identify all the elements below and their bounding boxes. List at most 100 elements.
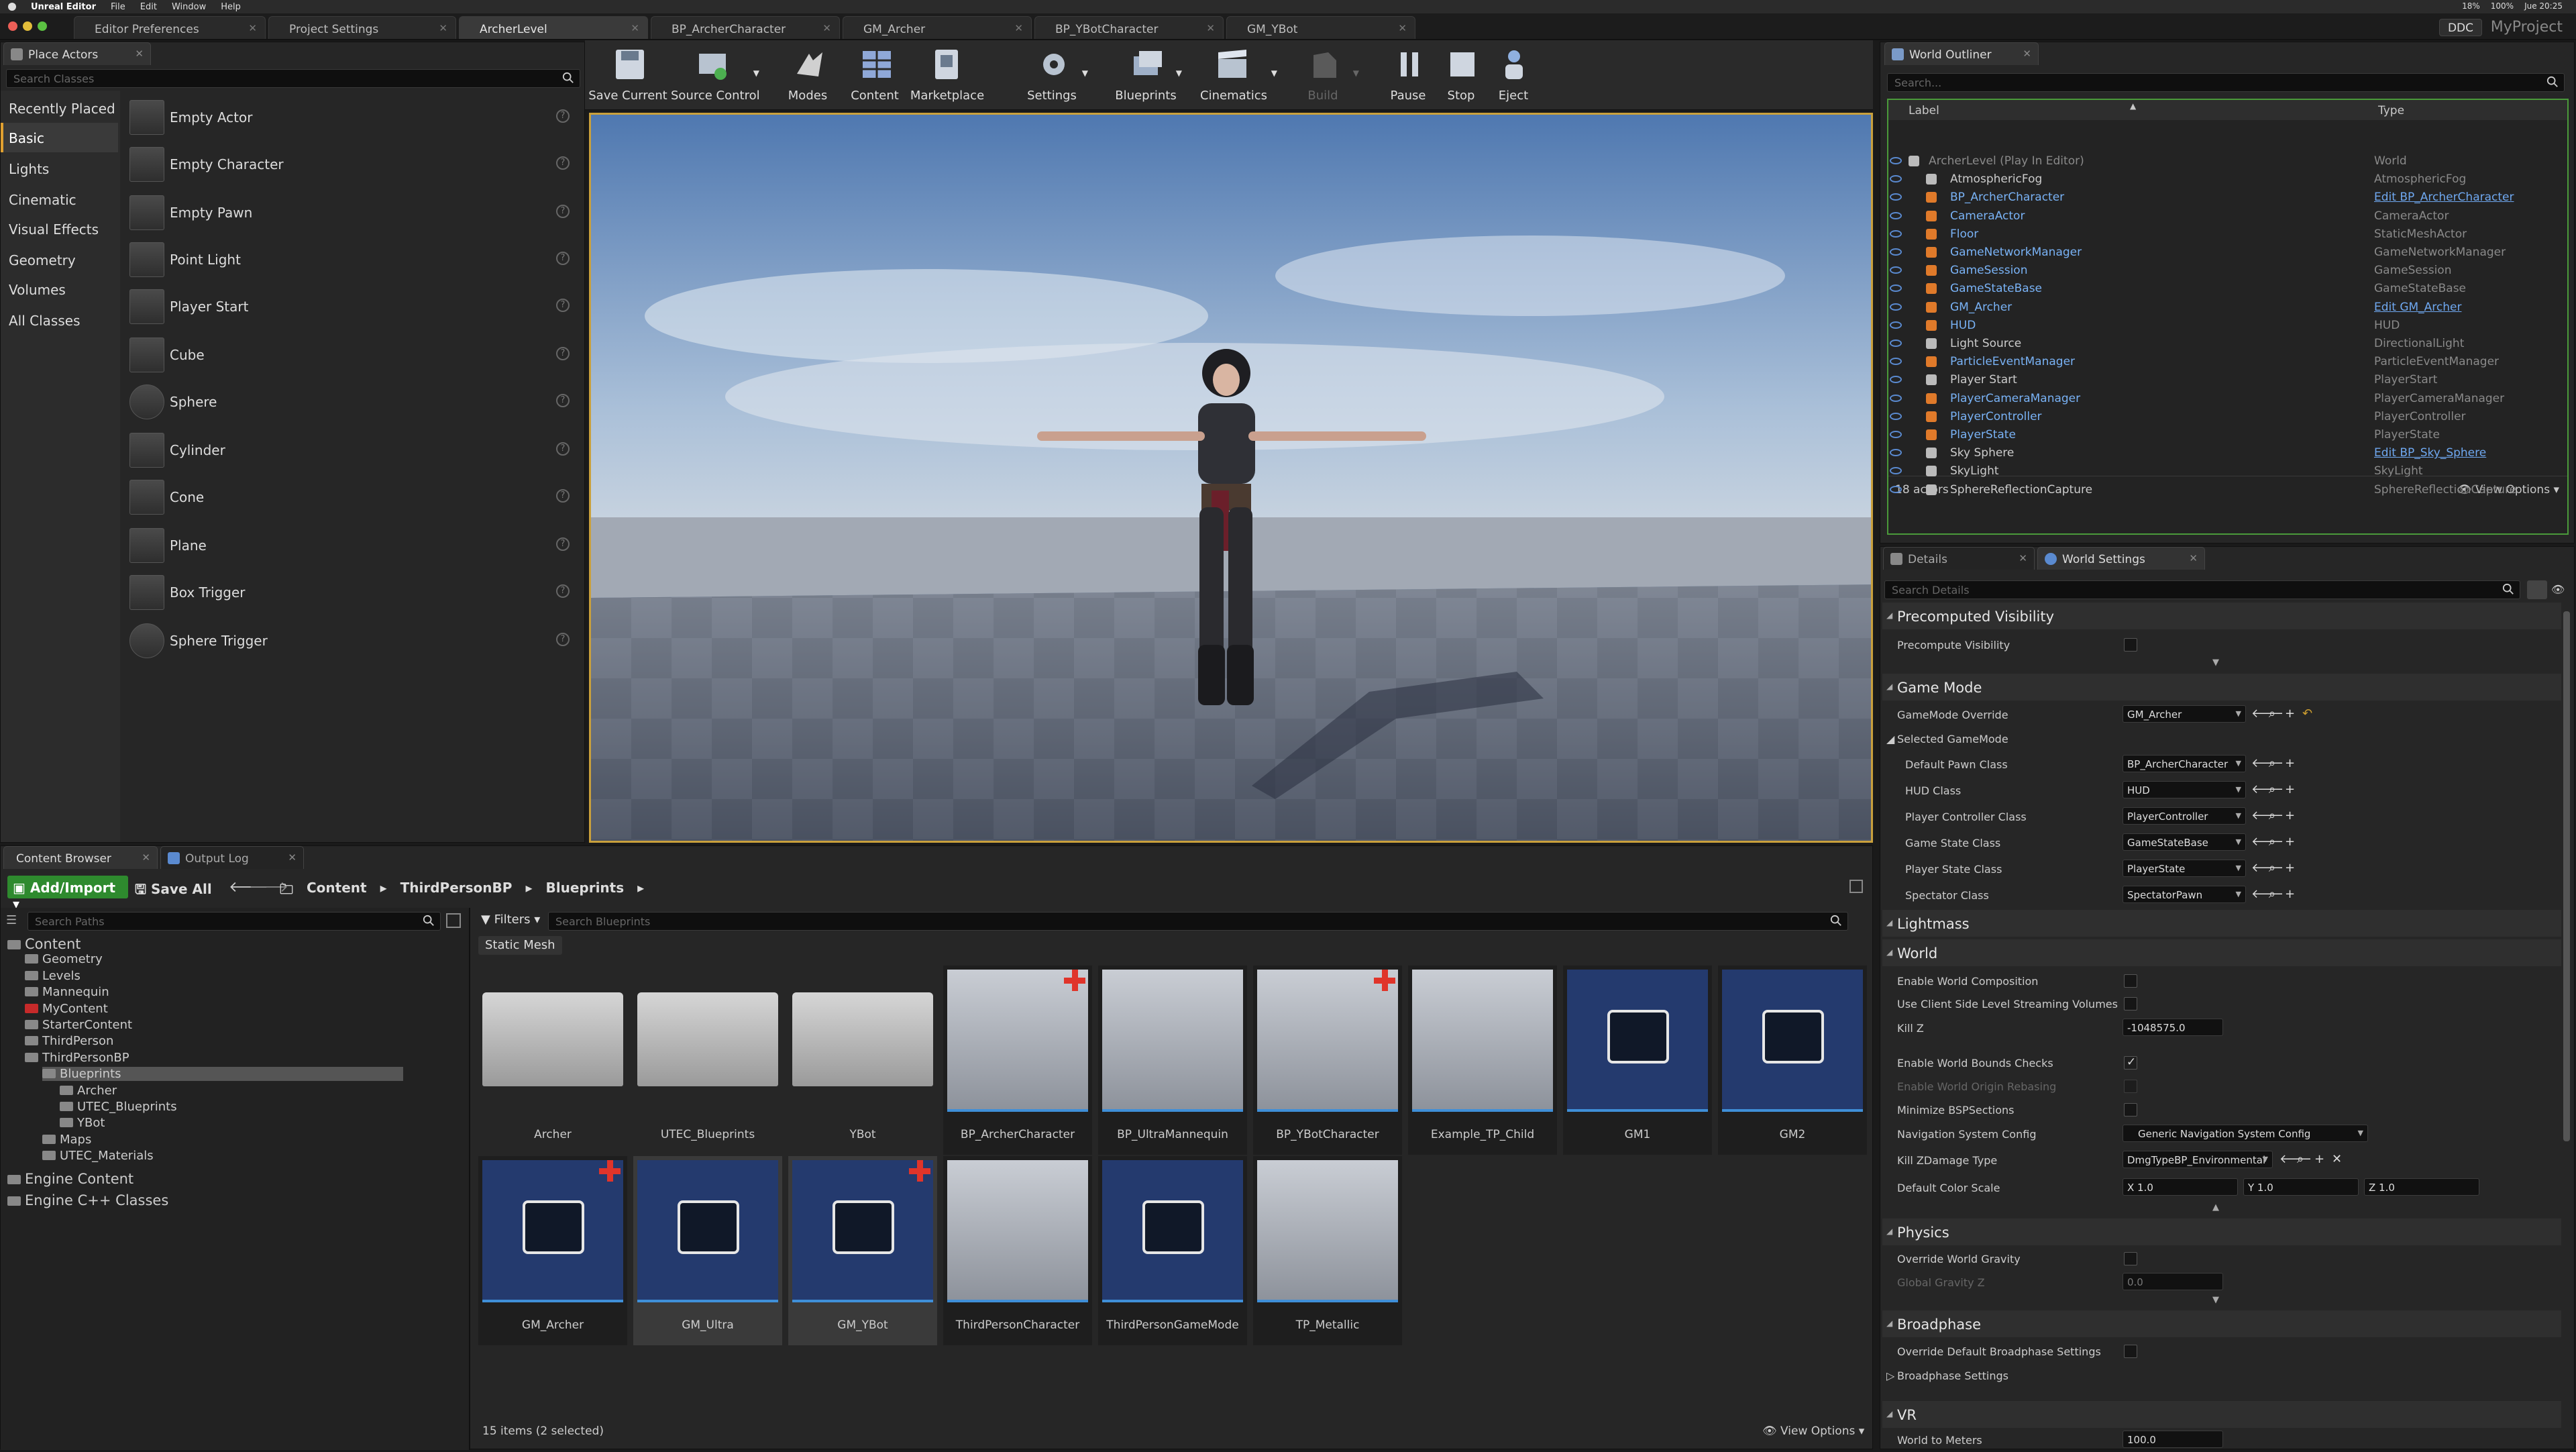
chevron-down-icon[interactable]: ▼	[1176, 68, 1182, 78]
back-arrow-icon[interactable]: 🡐	[2251, 782, 2284, 796]
checkbox[interactable]	[2124, 638, 2137, 652]
tree-folder[interactable]: MyContent	[25, 1002, 108, 1016]
close-tab-icon[interactable]: ✕	[439, 22, 447, 34]
actor-item[interactable]: Empty Character?	[125, 140, 579, 187]
tab-world-settings[interactable]: World Settings ✕	[2037, 547, 2205, 570]
actor-item[interactable]: Cone?	[125, 473, 579, 520]
asset-item[interactable]: GM_YBot	[788, 1156, 937, 1345]
color-scale-y[interactable]: Y 1.0	[2243, 1178, 2359, 1196]
outliner-row[interactable]: HUD HUD	[1888, 317, 2565, 335]
view-options-button[interactable]: 👁 View Options ▾	[1762, 1424, 1864, 1438]
source-control-button[interactable]: Source Control ▼	[671, 44, 760, 106]
back-arrow-icon[interactable]: 🡐	[2251, 707, 2284, 721]
help-icon[interactable]: ?	[556, 537, 570, 551]
tree-folder[interactable]: ThirdPersonBP	[25, 1051, 129, 1065]
outliner-row[interactable]: PlayerCameraManager PlayerCameraManager	[1888, 390, 2565, 408]
chevron-right-icon[interactable]: ▸	[637, 880, 644, 902]
tab-bp-ybot-character[interactable]: BP_YBotCharacter ✕	[1034, 16, 1224, 39]
outliner-row[interactable]: Sky Sphere Edit BP_Sky_Sphere	[1888, 444, 2565, 462]
category-cinematic[interactable]: Cinematic	[1, 185, 118, 214]
outliner-type[interactable]: Edit BP_ArcherCharacter	[2374, 191, 2514, 204]
chevron-right-icon[interactable]: ▸	[380, 880, 387, 902]
menu-edit[interactable]: Edit	[140, 2, 157, 12]
section-game-mode[interactable]: Game Mode	[1882, 674, 2561, 701]
pawn-dropdown[interactable]: BP_ArcherCharacter	[2123, 755, 2246, 772]
expand-advanced-icon[interactable]: ▼	[2212, 1295, 2219, 1305]
visibility-eye-icon[interactable]	[1890, 449, 1902, 457]
outliner-row[interactable]: Light Source DirectionalLight	[1888, 335, 2565, 353]
asset-item[interactable]: TP_Metallic	[1253, 1156, 1402, 1345]
browse-icon[interactable]: ⌕	[2269, 782, 2275, 796]
category-recently-placed[interactable]: Recently Placed	[1, 93, 118, 123]
checkbox[interactable]	[2124, 1103, 2137, 1117]
tab-archer-level[interactable]: ArcherLevel ✕	[459, 16, 648, 39]
level-viewport[interactable]	[589, 113, 1873, 843]
tree-folder[interactable]: Levels	[25, 969, 80, 983]
visibility-eye-icon[interactable]	[1890, 175, 1902, 183]
actor-item[interactable]: Box Trigger?	[125, 568, 579, 615]
eye-options-icon[interactable]: 👁	[2551, 583, 2565, 596]
search-icon[interactable]	[1830, 915, 1842, 927]
section-precomputed-visibility[interactable]: Precomputed Visibility	[1882, 603, 2561, 629]
checkbox[interactable]	[2124, 1080, 2137, 1093]
visibility-eye-icon[interactable]	[1890, 229, 1902, 238]
browse-icon[interactable]: ⌕	[2269, 809, 2275, 823]
tree-folder[interactable]: Archer	[60, 1084, 117, 1098]
pause-button[interactable]: Pause	[1378, 44, 1438, 106]
add-icon[interactable]: +	[2285, 809, 2295, 823]
eject-button[interactable]: Eject	[1487, 44, 1540, 106]
back-arrow-icon[interactable]: 🡐	[2251, 835, 2284, 849]
expand-advanced-icon[interactable]: ▼	[2212, 658, 2219, 668]
close-tab-icon[interactable]: ✕	[1206, 22, 1215, 34]
help-icon[interactable]: ?	[556, 156, 570, 170]
spectator-dropdown[interactable]: SpectatorPawn	[2123, 886, 2246, 903]
asset-item[interactable]: ThirdPersonCharacter	[943, 1156, 1092, 1345]
section-world[interactable]: World	[1882, 939, 2561, 966]
close-tab-icon[interactable]: ✕	[822, 22, 831, 34]
breadcrumb-blueprints[interactable]: Blueprints	[545, 880, 624, 902]
asset-item[interactable]: BP_UltraMannequin	[1098, 966, 1247, 1155]
actor-item[interactable]: Plane?	[125, 521, 579, 568]
asset-item[interactable]: GM1	[1563, 966, 1712, 1155]
close-tab-icon[interactable]: ✕	[1398, 22, 1407, 34]
browse-icon[interactable]: ⌕	[2269, 887, 2275, 901]
tab-project-settings[interactable]: Project Settings ✕	[268, 16, 456, 39]
save-current-button[interactable]: Save Current	[588, 44, 668, 106]
close-tab-icon[interactable]: ✕	[2019, 552, 2027, 564]
menu-window[interactable]: Window	[172, 2, 206, 12]
collapse-advanced-icon[interactable]: ▲	[2212, 1202, 2219, 1212]
back-arrow-icon[interactable]: 🡐	[2251, 887, 2284, 901]
tree-folder[interactable]: Blueprints	[42, 1067, 403, 1082]
search-icon[interactable]	[2546, 76, 2559, 88]
checkbox[interactable]	[2124, 1345, 2137, 1358]
details-scrollbar[interactable]	[2563, 611, 2570, 1141]
clear-icon[interactable]: ✕	[2332, 1152, 2342, 1166]
search-classes-input[interactable]: Search Classes	[6, 69, 580, 88]
ddc-button[interactable]: DDC	[2438, 19, 2482, 36]
back-arrow-icon[interactable]: 🡐	[2251, 861, 2284, 875]
hud-dropdown[interactable]: HUD	[2123, 781, 2246, 798]
visibility-eye-icon[interactable]	[1890, 321, 1902, 329]
outliner-row[interactable]: SkyLight SkyLight	[1888, 462, 2565, 480]
breadcrumb-content[interactable]: Content	[307, 880, 367, 902]
close-tab-icon[interactable]: ✕	[288, 851, 297, 864]
outliner-row[interactable]: PlayerState PlayerState	[1888, 426, 2565, 444]
actor-item[interactable]: Cylinder?	[125, 426, 579, 473]
help-icon[interactable]: ?	[556, 584, 570, 598]
tree-folder[interactable]: ThirdPerson	[25, 1034, 113, 1048]
category-volumes[interactable]: Volumes	[1, 274, 118, 304]
add-import-button[interactable]: ▣ Add/Import ▾	[7, 876, 128, 912]
actor-item[interactable]: Player Start?	[125, 282, 579, 329]
marketplace-button[interactable]: Marketplace	[900, 44, 994, 106]
checkbox[interactable]	[2124, 1252, 2137, 1265]
actor-item[interactable]: Empty Pawn?	[125, 189, 579, 236]
back-arrow-icon[interactable]: 🡐	[2251, 809, 2284, 823]
visibility-eye-icon[interactable]	[1890, 394, 1902, 402]
visibility-eye-icon[interactable]	[1890, 284, 1902, 293]
visibility-eye-icon[interactable]	[1890, 467, 1902, 475]
help-icon[interactable]: ?	[556, 205, 570, 218]
browse-icon[interactable]: ⌕	[2269, 861, 2275, 875]
search-icon[interactable]	[562, 72, 574, 84]
menu-help[interactable]: Help	[221, 2, 241, 12]
close-tab-icon[interactable]: ✕	[248, 22, 257, 34]
